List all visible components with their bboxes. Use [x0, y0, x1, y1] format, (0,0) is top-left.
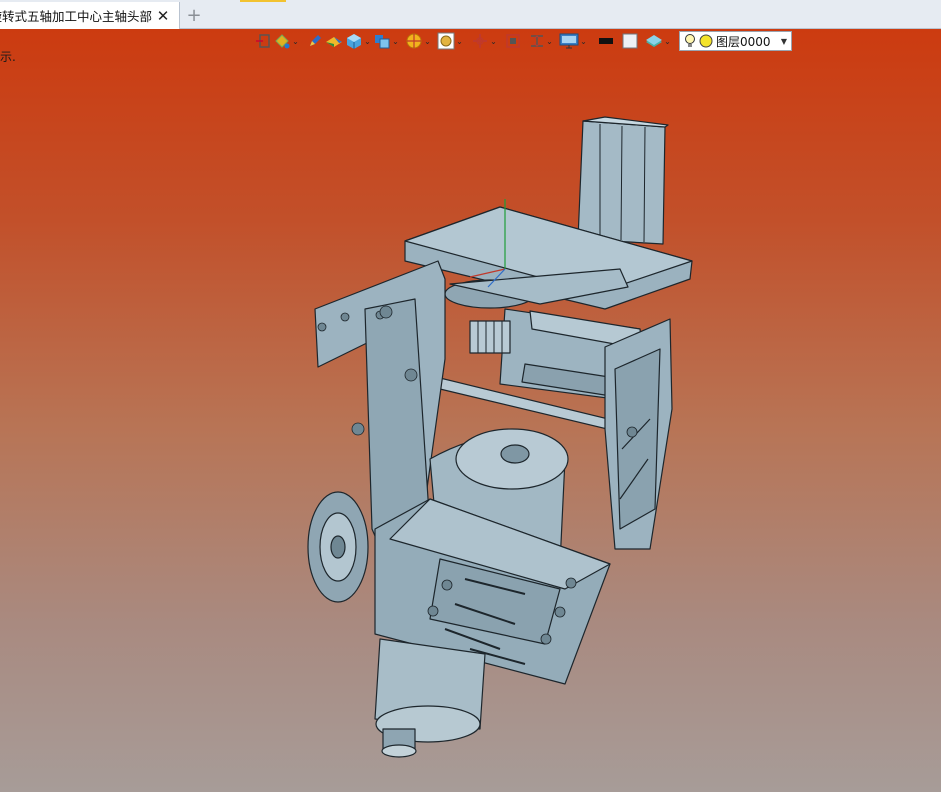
3d-viewport[interactable]: 示. ⌄ ⌄ ⌄ ⌄ ⌄ ⌄ ⌄ ⌄ ⌄ 图层0000 ▼	[0, 29, 941, 792]
spindle-head-model[interactable]	[0, 29, 941, 792]
add-tab-button[interactable]: +	[183, 4, 205, 26]
tab-accent	[240, 0, 286, 2]
tab-bar: 旋转式五轴加工中心主轴头部] ✕ +	[0, 0, 941, 29]
document-tab[interactable]: 旋转式五轴加工中心主轴头部] ✕	[0, 2, 180, 29]
document-tab-title: 旋转式五轴加工中心主轴头部]	[0, 9, 152, 24]
close-icon[interactable]: ✕	[154, 7, 172, 25]
